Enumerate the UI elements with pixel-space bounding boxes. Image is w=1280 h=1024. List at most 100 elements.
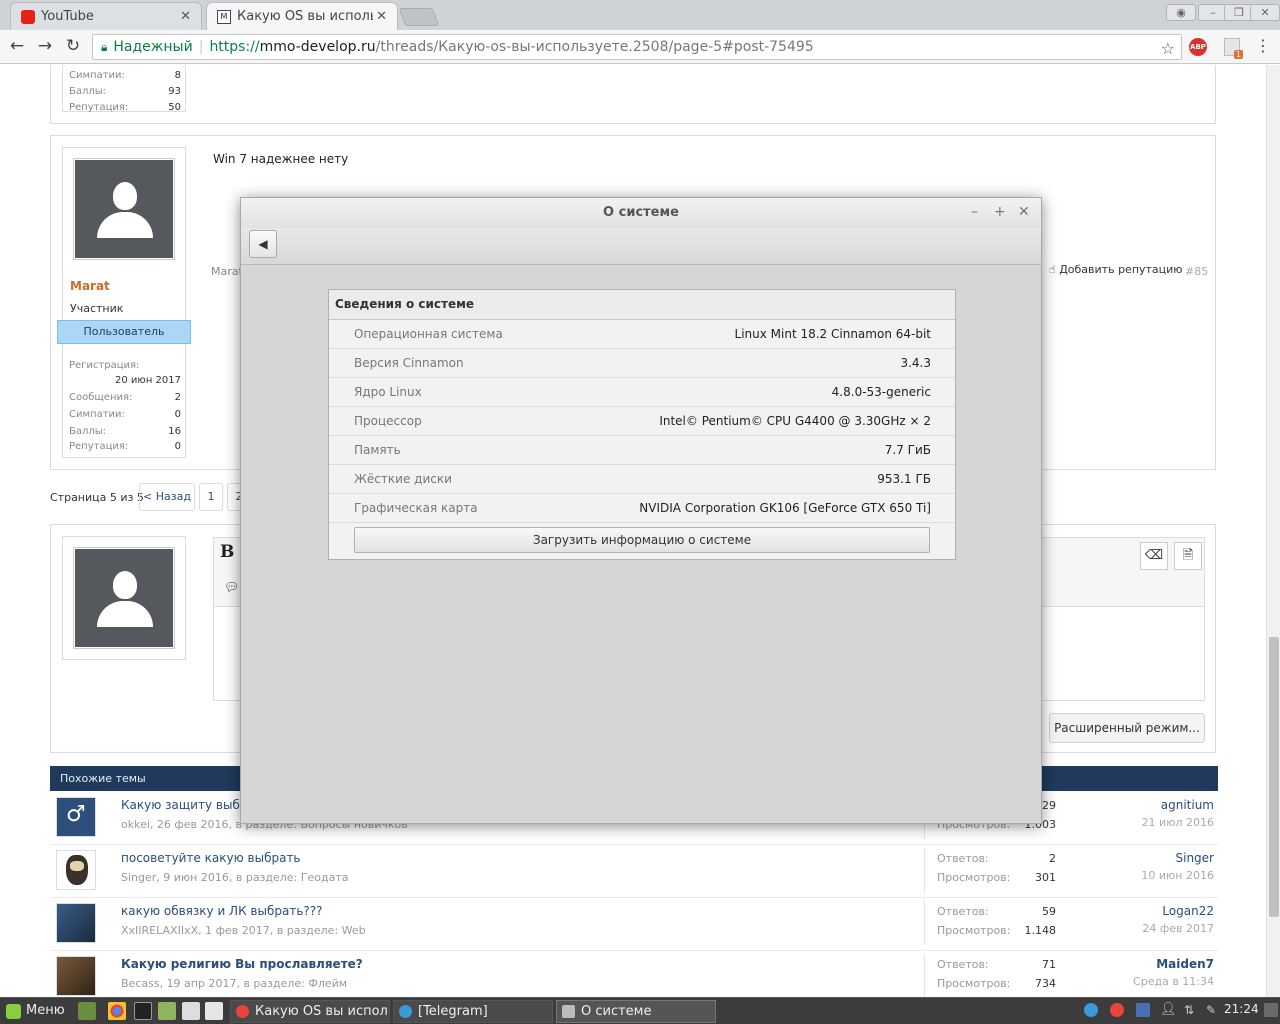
speech-bubble-icon[interactable]: 💬︎: [224, 580, 239, 594]
add-reputation-link[interactable]: ☝︎ Добавить репутацию: [1049, 263, 1183, 276]
secure-label: Надежный: [113, 39, 193, 55]
back-button[interactable]: ◀: [249, 230, 277, 258]
avatar: [73, 547, 175, 649]
url-protocol: https://: [209, 39, 260, 55]
stat-row: Симпатии: 0: [69, 409, 181, 420]
avatar[interactable]: [73, 158, 175, 260]
thread-title[interactable]: какую обвязку и ЛК выбрать???: [121, 904, 323, 918]
settings-icon[interactable]: [182, 1002, 200, 1020]
profile-icon[interactable]: ◉: [1166, 4, 1196, 21]
close-icon[interactable]: ✕: [376, 9, 387, 24]
stat-row: Репутация: 0: [69, 441, 181, 452]
taskbar-window[interactable]: [Telegram]: [393, 1000, 553, 1023]
adblock-icon[interactable]: ABP: [1189, 38, 1207, 56]
tab-youtube[interactable]: YouTube ✕: [10, 2, 202, 30]
chrome-icon[interactable]: [108, 1002, 126, 1020]
user-icon[interactable]: 👤︎: [1160, 1003, 1177, 1017]
url-path: /threads/Какую-os-вы-используете.2508/pa…: [375, 39, 814, 55]
clock[interactable]: 21:24: [1224, 1002, 1259, 1016]
chrome-tray-icon[interactable]: [1110, 1003, 1124, 1017]
info-row: Операционная система Linux Mint 18.2 Cinn…: [329, 320, 955, 349]
browser-toolbar: ← → ↻ 🔒︎ Надежный | https://mmo-develop.ru/…: [0, 30, 1280, 64]
close-icon[interactable]: ✕: [180, 9, 191, 24]
upload-system-info-button[interactable]: Загрузить информацию о системе: [354, 527, 930, 553]
page-link[interactable]: 1: [199, 483, 223, 511]
user-card: Симпатии: 8 Баллы: 93 Репутация: 50: [62, 65, 186, 113]
user-group-banner: Пользователь: [57, 320, 191, 344]
close-window-button[interactable]: ✕: [1250, 4, 1280, 21]
username[interactable]: Marat: [70, 279, 110, 293]
text-editor-icon[interactable]: [205, 1002, 223, 1020]
system-info-panel: Сведения о системе Операционная система L…: [328, 289, 956, 560]
reload-icon[interactable]: ↻: [62, 36, 84, 56]
youtube-icon: [21, 9, 35, 24]
scrollbar-thumb[interactable]: [1269, 637, 1279, 917]
hand-icon: ☝︎: [1049, 263, 1060, 276]
bold-button[interactable]: B: [220, 542, 234, 562]
taskbar-window[interactable]: О системе: [556, 1000, 716, 1023]
show-desktop-icon[interactable]: [1264, 1003, 1278, 1017]
url-host: mmo-develop.ru: [259, 39, 376, 55]
extension-badge: 1: [1233, 50, 1243, 59]
mint-logo-icon: [6, 1004, 21, 1019]
list-item[interactable]: Какую религию Вы прославляете? Becass, 1…: [50, 951, 1218, 997]
thread-stats: Ответов: 2 Просмотров: 301: [924, 848, 1056, 892]
info-row: Версия Cinnamon 3.4.3: [329, 349, 955, 378]
site-favicon-icon: M: [217, 9, 231, 24]
post-author-link[interactable]: Marat: [211, 265, 243, 278]
chrome-icon: [236, 1005, 249, 1018]
taskbar-window[interactable]: Какую OS вы испол...: [230, 1000, 390, 1023]
info-row: Память 7.7 ГиБ: [329, 436, 955, 465]
eraser-icon[interactable]: ⌫: [1140, 542, 1168, 570]
list-item[interactable]: какую обвязку и ЛК выбрать??? XxIIRELAXI…: [50, 898, 1218, 951]
telegram-tray-icon[interactable]: [1084, 1003, 1098, 1017]
lock-icon: 🔒︎: [101, 40, 108, 54]
tab-forum[interactable]: M Какую OS вы использу ✕: [206, 2, 398, 30]
stat-row: Регистрация:: [69, 360, 140, 371]
forward-arrow-icon[interactable]: →: [34, 36, 56, 56]
document-icon[interactable]: 🗎︎: [1174, 542, 1202, 570]
extension-icon[interactable]: 1: [1224, 38, 1243, 59]
panel-heading: Сведения о системе: [329, 290, 955, 320]
last-post: Singer 10 июн 2016: [1141, 851, 1214, 882]
previous-post: Симпатии: 8 Баллы: 93 Репутация: 50: [50, 65, 1216, 124]
tab-label: YouTube: [41, 9, 94, 24]
menu-kebab-icon[interactable]: ⋮: [1252, 36, 1274, 55]
telegram-icon: [399, 1005, 412, 1018]
address-bar[interactable]: 🔒︎ Надежный | https://mmo-develop.ru/thread…: [92, 34, 1182, 60]
thread-meta: Singer, 9 июн 2016, в разделе: Геодата: [121, 871, 349, 884]
page-scrollbar[interactable]: [1266, 65, 1280, 997]
new-tab-button[interactable]: [398, 8, 440, 26]
stat-row: Симпатии: 8: [69, 70, 181, 81]
thread-meta: XxIIRELAXIIxX, 1 фев 2017, в разделе: We…: [121, 924, 366, 937]
shield-icon[interactable]: [1136, 1003, 1150, 1017]
tab-label: Какую OS вы использу: [237, 9, 373, 24]
last-post: Logan22 24 фев 2017: [1142, 904, 1214, 935]
close-button[interactable]: ✕: [1018, 204, 1030, 220]
thread-title[interactable]: посоветуйте какую выбрать: [121, 851, 301, 865]
thread-meta: Becass, 19 апр 2017, в разделе: Флейм: [121, 977, 348, 990]
post-number[interactable]: #85: [1185, 265, 1208, 278]
maximize-button[interactable]: +: [994, 204, 1006, 220]
prev-page-button[interactable]: < Назад: [139, 483, 195, 511]
thread-title[interactable]: Какую религию Вы прославляете?: [121, 957, 363, 971]
folder-icon[interactable]: [158, 1002, 176, 1020]
network-icon[interactable]: ⇅: [1184, 1003, 1198, 1017]
advanced-mode-button[interactable]: Расширенный режим...: [1049, 713, 1205, 743]
list-item[interactable]: посоветуйте какую выбрать Singer, 9 июн …: [50, 845, 1218, 898]
pen-icon[interactable]: ✎: [1206, 1003, 1220, 1017]
window-title: О системе: [241, 198, 1041, 228]
menu-label: Меню: [26, 1003, 65, 1018]
thread-stats: Ответов: 59 Просмотров: 1.148: [924, 901, 1056, 945]
terminal-icon[interactable]: [134, 1002, 152, 1020]
desktop-icon[interactable]: [78, 1002, 96, 1020]
start-menu-button[interactable]: Меню: [4, 1001, 65, 1021]
system-info-icon: [562, 1005, 575, 1018]
back-arrow-icon[interactable]: ←: [6, 36, 28, 56]
stat-row: Сообщения: 2: [69, 392, 181, 403]
info-row: Графическая карта NVIDIA Corporation GK10…: [329, 494, 955, 523]
bookmark-star-icon[interactable]: ☆: [1161, 37, 1175, 59]
stat-row: 20 июн 2017: [115, 375, 181, 386]
minimize-button[interactable]: –: [971, 204, 978, 220]
system-info-window: О системе – + ✕ ◀ Сведения о системе Опе…: [240, 197, 1042, 824]
